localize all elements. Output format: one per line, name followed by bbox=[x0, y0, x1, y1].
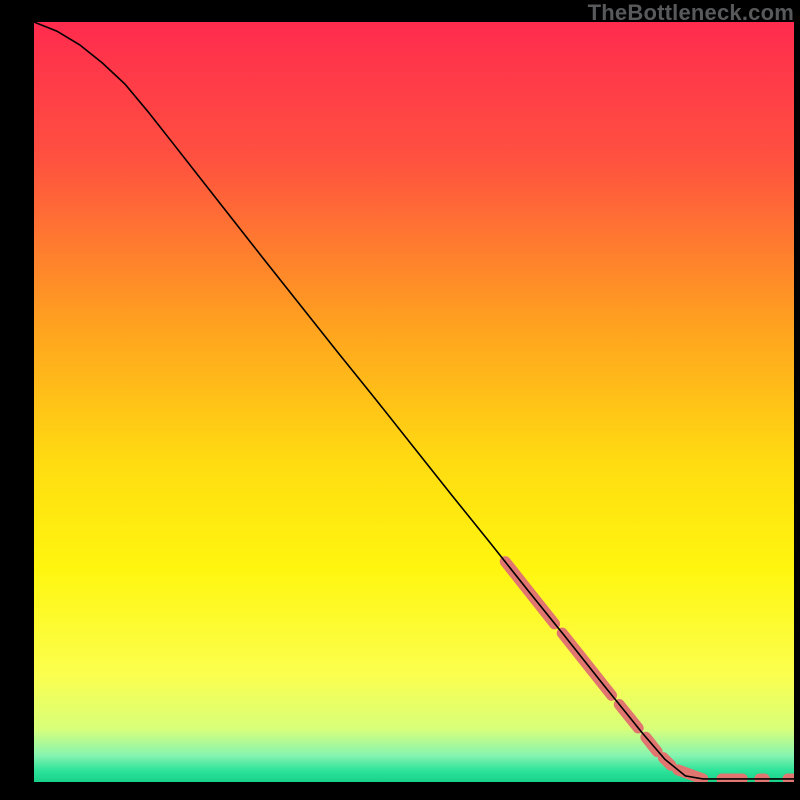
watermark-text: TheBottleneck.com bbox=[588, 0, 794, 26]
chart-canvas bbox=[34, 22, 794, 782]
chart-frame: TheBottleneck.com bbox=[0, 0, 800, 800]
plot-area bbox=[34, 22, 794, 782]
gradient-background bbox=[34, 22, 794, 782]
